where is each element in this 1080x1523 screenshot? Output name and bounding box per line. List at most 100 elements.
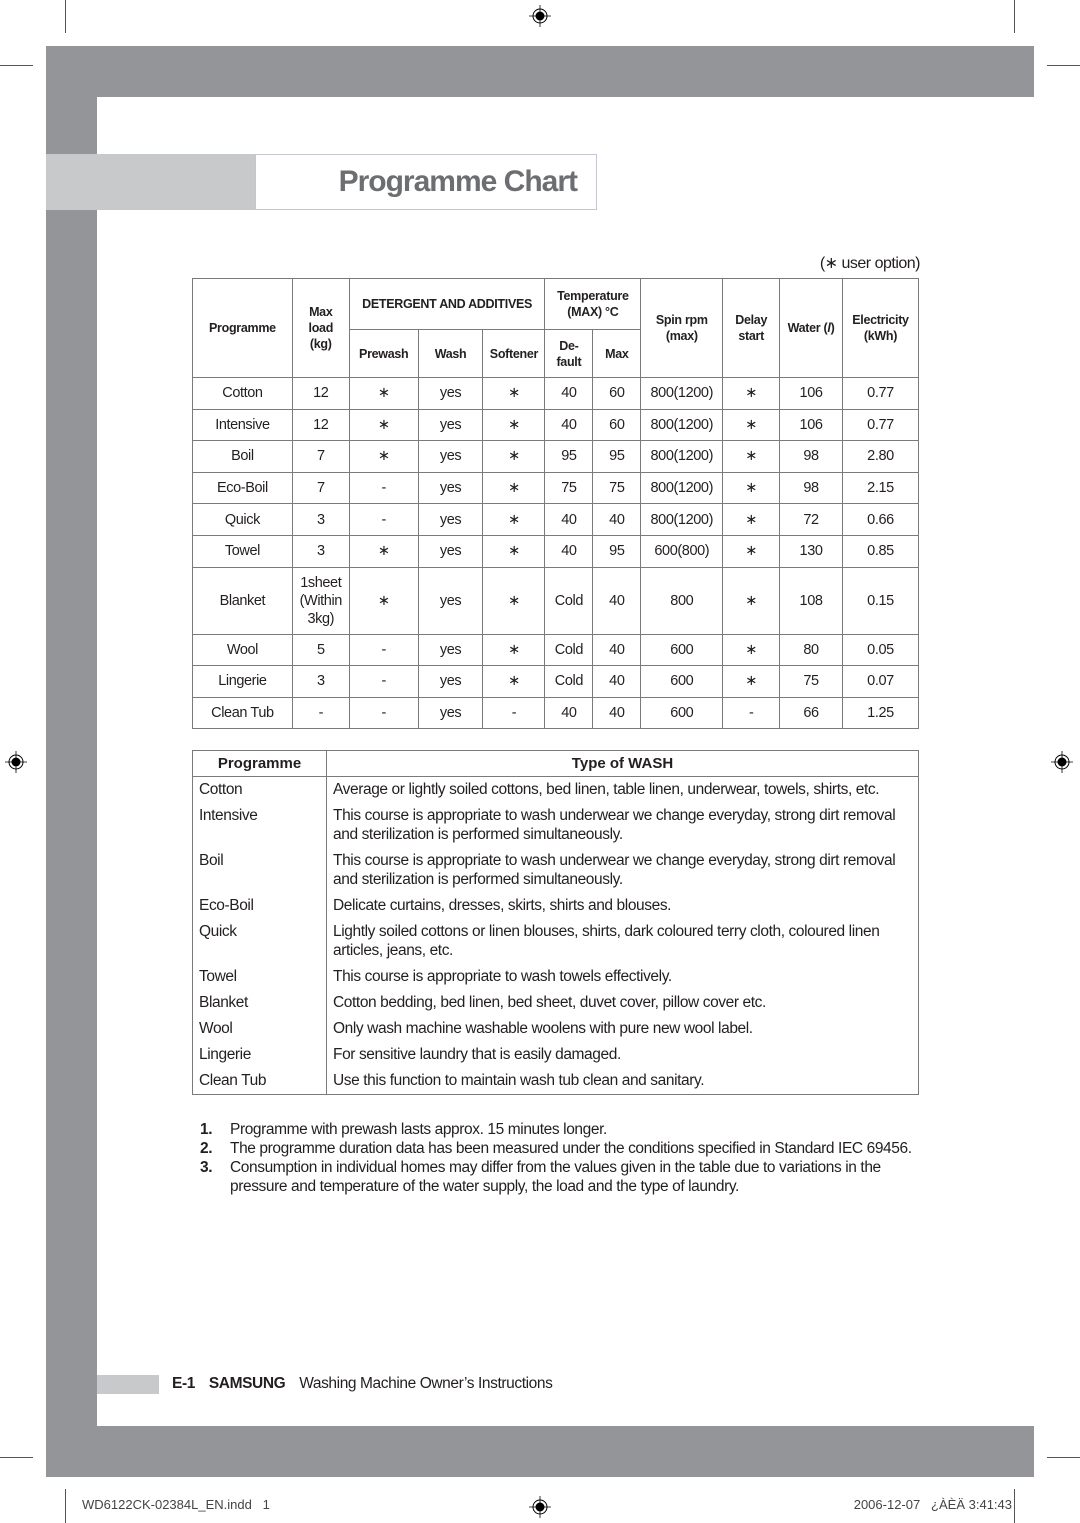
cell-temp-default: 40 — [544, 503, 594, 536]
note-text: Consumption in individual homes may diff… — [230, 1159, 881, 1195]
cell-electricity: 0.66 — [841, 503, 920, 536]
cell-wash: yes — [417, 566, 484, 635]
cell-water: 80 — [779, 633, 843, 667]
cell-programme: Boil — [192, 848, 327, 893]
note-number: 2. — [200, 1140, 213, 1157]
cell-softener: ∗ — [482, 440, 546, 473]
cell-max-load: 7 — [291, 471, 350, 505]
cell-delay: ∗ — [722, 377, 781, 410]
cell-temp-max: 40 — [592, 696, 642, 730]
registration-mark-icon — [529, 1496, 551, 1518]
footer-accent-strip — [97, 1375, 159, 1394]
cell-programme: Quick — [192, 919, 327, 964]
page-frame-left — [46, 46, 97, 1477]
crop-mark — [65, 1489, 66, 1523]
cell-temp-default: Cold — [544, 566, 594, 635]
cell-delay: ∗ — [722, 633, 781, 667]
print-slug-file: WD6122CK-02384L_EN.indd 1 — [82, 1497, 270, 1512]
cell-programme: Towel — [192, 534, 293, 568]
header-wash: Wash — [417, 329, 484, 378]
cell-electricity: 0.15 — [841, 566, 920, 635]
cell-electricity: 2.15 — [841, 471, 920, 505]
header-delay-start: Delay start — [722, 278, 781, 378]
cell-max-load: 12 — [291, 377, 350, 410]
cell-temp-max: 40 — [592, 566, 642, 635]
page-title: Programme Chart — [338, 165, 578, 198]
table-row: Intensive This course is appropriate to w… — [192, 803, 919, 848]
cell-max-load: 1sheet (Within 3kg) — [291, 566, 350, 635]
cell-delay: ∗ — [722, 503, 781, 536]
cell-prewash: ∗ — [348, 408, 419, 442]
cell-temp-max: 75 — [592, 471, 642, 505]
cell-softener: ∗ — [482, 408, 546, 442]
registration-mark-icon — [1051, 751, 1073, 773]
title-accent-strip — [46, 154, 255, 210]
cell-programme: Wool — [192, 633, 293, 667]
table-row: Cotton Average or lightly soiled cottons,… — [192, 776, 919, 803]
cell-temp-default: 40 — [544, 377, 594, 410]
header-detergent-group: DETERGENT AND ADDITIVES — [348, 278, 546, 330]
cell-max-load: 3 — [291, 503, 350, 536]
cell-delay: ∗ — [722, 408, 781, 442]
cell-electricity: 0.05 — [841, 633, 920, 667]
cell-wash: yes — [417, 633, 484, 667]
cell-spin: 800(1200) — [640, 471, 724, 505]
cell-water: 75 — [779, 665, 843, 698]
header-programme: Programme — [192, 278, 293, 378]
cell-description: Lightly soiled cottons or linen blouses,… — [326, 919, 919, 964]
cell-programme: Cotton — [192, 776, 327, 803]
page-footer: E-1 SAMSUNG Washing Machine Owner’s Inst… — [172, 1375, 553, 1393]
cell-spin: 800 — [640, 566, 724, 635]
cell-wash: yes — [417, 665, 484, 698]
cell-wash: yes — [417, 534, 484, 568]
table-row: Blanket 1sheet (Within 3kg) ∗ yes ∗ Cold 40 800 ∗ 1… — [192, 566, 920, 635]
programme-table-body: Cotton 12 ∗ yes ∗ 40 60 800(1200) ∗ 106 0.77 Intens… — [192, 377, 920, 730]
cell-spin: 600 — [640, 665, 724, 698]
cell-description: Average or lightly soiled cottons, bed l… — [326, 776, 919, 803]
cell-spin: 600 — [640, 633, 724, 667]
table-row: Towel This course is appropriate to wash … — [192, 964, 919, 990]
cell-temp-max: 60 — [592, 408, 642, 442]
cell-max-load: 12 — [291, 408, 350, 442]
cell-temp-default: 40 — [544, 696, 594, 730]
note-text: Programme with prewash lasts approx. 15 … — [230, 1121, 607, 1138]
print-slug-timestamp: 2006-12-07 ¿ÀÈÄ 3:41:43 — [853, 1497, 1012, 1512]
cell-delay: ∗ — [722, 665, 781, 698]
cell-programme: Blanket — [192, 990, 327, 1016]
cell-wash: yes — [417, 471, 484, 505]
cell-temp-max: 95 — [592, 440, 642, 473]
cell-prewash: ∗ — [348, 377, 419, 410]
cell-programme: Lingerie — [192, 665, 293, 698]
cell-wash: yes — [417, 503, 484, 536]
cell-programme: Intensive — [192, 408, 293, 442]
header-electricity: Electricity (kWh) — [841, 278, 920, 378]
note-item: 2. The programme duration data has been … — [200, 1139, 925, 1158]
table-row: Clean Tub Use this function to maintain w… — [192, 1068, 919, 1095]
crop-mark — [0, 65, 33, 66]
cell-temp-default: 40 — [544, 408, 594, 442]
user-option-note: (∗ user option) — [819, 255, 921, 272]
cell-description: This course is appropriate to wash under… — [326, 803, 919, 848]
cell-line: 1sheet — [300, 574, 342, 591]
cell-electricity: 0.07 — [841, 665, 920, 698]
cell-wash: yes — [417, 440, 484, 473]
table-row: Wool 5- yes ∗ Cold 40 600 ∗ 80 0.05 — [192, 633, 920, 667]
cell-description: This course is appropriate to wash under… — [326, 848, 919, 893]
cell-prewash: - — [348, 633, 419, 667]
cell-spin: 800(1200) — [640, 408, 724, 442]
cell-max-load: 5 — [291, 633, 350, 667]
header-default: De-fault — [544, 329, 594, 378]
cell-water: 72 — [779, 503, 843, 536]
cell-prewash: ∗ — [348, 534, 419, 568]
cell-temp-max: 60 — [592, 377, 642, 410]
cell-wash: yes — [417, 696, 484, 730]
cell-max-load: 7 — [291, 440, 350, 473]
cell-electricity: 2.80 — [841, 440, 920, 473]
cell-spin: 600 — [640, 696, 724, 730]
cell-programme: Quick — [192, 503, 293, 536]
table-row: Cotton 12 ∗ yes ∗ 40 60 800(1200) ∗ 106 0.77 — [192, 377, 920, 410]
cell-softener: ∗ — [482, 377, 546, 410]
cell-max-load: - — [291, 696, 350, 730]
cell-temp-default: 75 — [544, 471, 594, 505]
cell-delay: ∗ — [722, 471, 781, 505]
